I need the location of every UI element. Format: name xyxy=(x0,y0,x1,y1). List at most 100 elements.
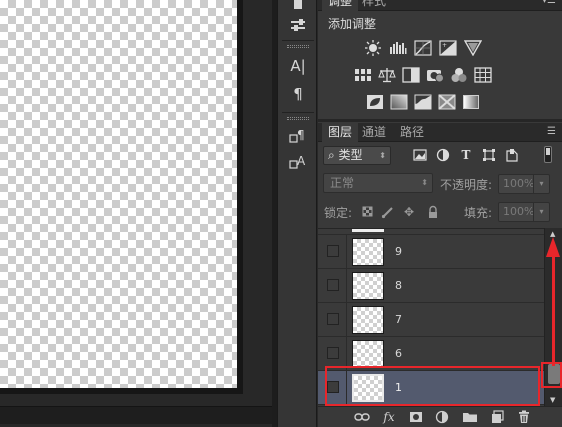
trash-icon[interactable] xyxy=(516,410,532,424)
color-balance-icon[interactable] xyxy=(378,67,396,83)
chevron-down-icon[interactable]: ▾ xyxy=(533,203,549,221)
strip-separator xyxy=(282,40,314,41)
row-divider xyxy=(346,269,347,302)
layer-name[interactable]: 9 xyxy=(395,235,402,268)
brightness-contrast-icon[interactable] xyxy=(364,40,382,56)
up-arrow-icon xyxy=(546,237,560,257)
posterize-icon[interactable] xyxy=(390,94,408,110)
new-adjustment-layer-icon[interactable] xyxy=(435,410,451,424)
section-separator xyxy=(318,119,562,122)
layer-thumbnail xyxy=(352,238,384,266)
horizontal-scrollbar[interactable] xyxy=(0,406,276,424)
filter-label: 类型 xyxy=(338,148,363,162)
invert-icon[interactable] xyxy=(366,94,384,110)
filter-adjustment-icon[interactable] xyxy=(436,148,450,162)
layer-thumbnail xyxy=(352,272,384,300)
fill-label: 填充: xyxy=(464,206,493,220)
layer-name[interactable]: 7 xyxy=(395,303,402,336)
layers-menu-icon[interactable]: ☰ xyxy=(547,126,556,137)
layer-name[interactable]: 8 xyxy=(395,269,402,302)
layers-tabbar: 图层 通道 路径 ☰ xyxy=(318,123,562,142)
opacity-input[interactable]: 100% ▾ xyxy=(498,174,550,194)
levels-icon[interactable] xyxy=(389,40,407,56)
fill-input[interactable]: 100% ▾ xyxy=(498,202,550,222)
selected-layer-highlight xyxy=(325,366,540,406)
hue-saturation-icon[interactable] xyxy=(354,67,372,83)
opacity-label: 不透明度: xyxy=(440,178,493,192)
paragraph-glyph: ¶ xyxy=(293,85,303,103)
filter-type-icon[interactable]: T xyxy=(459,148,473,162)
chevron-down-icon[interactable]: ▾ xyxy=(533,175,549,193)
row-divider xyxy=(346,235,347,268)
visibility-toggle[interactable] xyxy=(327,347,339,359)
add-mask-icon[interactable] xyxy=(408,410,424,424)
selective-color-icon[interactable] xyxy=(438,94,456,110)
visibility-toggle[interactable] xyxy=(327,313,339,325)
layer-thumbnail xyxy=(352,340,384,368)
strip-grip[interactable] xyxy=(287,45,309,48)
lock-position-icon[interactable]: ✥ xyxy=(402,205,416,219)
layer-filter-select[interactable]: ⌕ 类型 ⬍ xyxy=(323,146,391,165)
character-styles-icon[interactable]: A xyxy=(286,151,310,173)
strip-separator xyxy=(282,112,314,113)
tab-layers[interactable]: 图层 xyxy=(322,123,359,142)
blend-mode-select[interactable]: 正常 ⬍ xyxy=(323,173,433,193)
vibrance-icon[interactable] xyxy=(463,40,483,57)
layer-row[interactable]: 9 xyxy=(318,235,544,269)
layers-footer: fx xyxy=(318,406,562,427)
blend-mode-value: 正常 xyxy=(330,176,355,190)
visibility-toggle[interactable] xyxy=(327,245,339,257)
color-lookup-icon[interactable] xyxy=(474,67,492,83)
new-group-icon[interactable] xyxy=(462,410,478,424)
panel-menu-icon[interactable]: ▾☰ xyxy=(542,0,556,6)
channel-mixer-icon[interactable] xyxy=(450,67,468,83)
layer-thumbnail xyxy=(352,229,384,232)
paragraph-styles-icon[interactable]: ¶ xyxy=(286,125,310,147)
red-arrow-shaft xyxy=(552,254,555,366)
photoshop-window: A| ¶ ¶ A 调整 样式 ▾☰ 添加调整 + 图层 通道 路径 ☰ ⌕ 类型… xyxy=(0,0,562,427)
adjustments-title: 添加调整 xyxy=(328,17,377,31)
scroll-down-icon[interactable]: ▼ xyxy=(550,396,555,404)
character-glyph: A| xyxy=(290,57,306,75)
layer-row[interactable]: 8 xyxy=(318,269,544,303)
row-divider xyxy=(346,303,347,336)
gradient-map-icon[interactable] xyxy=(462,94,480,110)
opacity-value: 100% xyxy=(503,177,535,190)
photo-filter-icon[interactable] xyxy=(426,67,444,83)
black-white-icon[interactable] xyxy=(402,67,420,83)
threshold-icon[interactable] xyxy=(414,94,432,110)
tab-channels[interactable]: 通道 xyxy=(356,123,392,142)
new-layer-icon[interactable] xyxy=(489,410,505,424)
filter-pixel-icon[interactable] xyxy=(413,148,427,162)
lock-pixels-icon[interactable] xyxy=(381,205,395,219)
gradient-swatch xyxy=(463,95,479,109)
fx-icon[interactable]: fx xyxy=(381,410,397,424)
transparent-canvas[interactable] xyxy=(0,0,237,388)
adjustments-panel-icon[interactable] xyxy=(286,14,310,36)
visibility-toggle[interactable] xyxy=(327,279,339,291)
layer-thumbnail xyxy=(352,306,384,334)
layer-row[interactable]: 7 xyxy=(318,303,544,337)
lock-all-icon[interactable] xyxy=(426,205,440,219)
search-icon: ⌕ xyxy=(328,148,339,162)
exposure-icon[interactable]: + xyxy=(439,40,457,56)
filter-smart-object-icon[interactable] xyxy=(505,148,519,162)
svg-text:+: + xyxy=(442,42,447,49)
tab-adjustments[interactable]: 调整 xyxy=(322,0,359,11)
curves-icon[interactable] xyxy=(414,40,432,56)
strip-grip[interactable] xyxy=(287,117,309,120)
lock-label: 锁定: xyxy=(324,206,353,220)
adjustments-tabbar: 调整 样式 ▾☰ xyxy=(318,0,562,11)
tab-paths[interactable]: 路径 xyxy=(394,123,430,142)
right-panel: 调整 样式 ▾☰ 添加调整 + 图层 通道 路径 ☰ ⌕ 类型 ⬍ T 正常 ⬍… xyxy=(318,0,562,427)
svg-text:¶: ¶ xyxy=(297,128,305,142)
link-layers-icon[interactable] xyxy=(354,410,370,424)
lock-transparent-icon[interactable] xyxy=(361,205,375,219)
tab-styles[interactable]: 样式 xyxy=(356,0,392,11)
character-panel-icon[interactable]: A| xyxy=(286,55,310,77)
svg-text:A: A xyxy=(297,154,306,168)
paragraph-panel-icon[interactable]: ¶ xyxy=(286,83,310,105)
chevron-icon: ⬍ xyxy=(421,178,428,187)
filter-toggle[interactable] xyxy=(544,146,552,163)
filter-shape-icon[interactable] xyxy=(482,148,496,162)
